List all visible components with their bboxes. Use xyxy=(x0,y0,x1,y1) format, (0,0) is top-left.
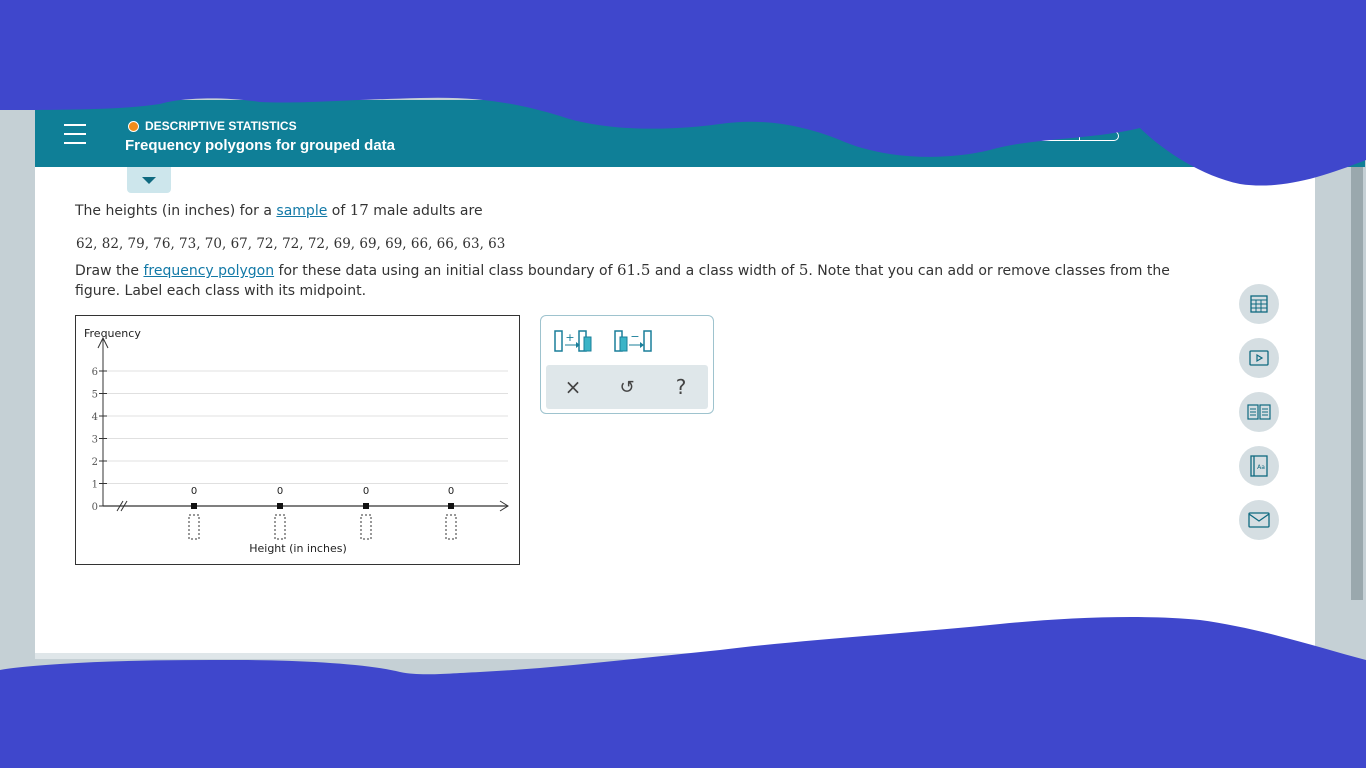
y-tick-label: 4 xyxy=(92,412,98,423)
point-value-label: 0 xyxy=(363,486,369,497)
instr-text-4: . Note that you can add or remove classe… xyxy=(808,263,1170,279)
y-axis-label: Frequency xyxy=(84,327,141,340)
glossary-icon: Aa xyxy=(1250,455,1268,477)
intro-text-2: of xyxy=(327,203,350,219)
textbook-button[interactable] xyxy=(1239,392,1279,432)
header-bar xyxy=(35,100,1365,167)
action-tools: × ↺ ? xyxy=(546,365,708,409)
data-point xyxy=(191,503,197,509)
page-title: Frequency polygons for grouped data xyxy=(125,137,396,154)
instr-text-3: and a class width of xyxy=(650,263,799,279)
help-button[interactable]: ? xyxy=(666,375,696,399)
calculator-icon xyxy=(1250,295,1268,313)
glossary-button[interactable]: Aa xyxy=(1239,446,1279,486)
midpoint-input-box xyxy=(445,514,457,540)
collapse-toggle[interactable] xyxy=(127,167,171,193)
scrollbar-thumb[interactable] xyxy=(1351,167,1363,600)
frequency-polygon-link[interactable]: frequency polygon xyxy=(143,263,274,279)
y-tick-label: 5 xyxy=(92,390,98,401)
undo-button[interactable]: ↺ xyxy=(612,377,642,398)
class-width: 5 xyxy=(798,261,809,279)
midpoint-input-box xyxy=(274,514,286,540)
data-point xyxy=(277,503,283,509)
progress-segment-1 xyxy=(1036,131,1080,141)
frequency-polygon-graph[interactable]: Frequency 0 1 2 3 4 5 6 0 0 0 0 Height (in inches) xyxy=(75,315,520,565)
status-dot-icon xyxy=(128,120,139,132)
problem-intro: The heights (in inches) for a sample of … xyxy=(75,200,483,221)
sample-link[interactable]: sample xyxy=(276,203,327,219)
svg-text:+: + xyxy=(565,331,574,344)
data-point xyxy=(363,503,369,509)
svg-text:−: − xyxy=(630,330,639,343)
x-axis-label: Height (in inches) xyxy=(249,542,347,555)
clear-button[interactable]: × xyxy=(558,375,588,399)
point-value-label: 0 xyxy=(448,486,454,497)
textbook-icon xyxy=(1247,404,1271,420)
video-button[interactable] xyxy=(1239,338,1279,378)
mail-button[interactable] xyxy=(1239,500,1279,540)
y-tick-label: 1 xyxy=(92,480,98,491)
y-tick-label: 2 xyxy=(92,457,98,468)
caret-down-icon xyxy=(142,177,156,184)
data-point xyxy=(448,503,454,509)
intro-text-1: The heights (in inches) for a xyxy=(75,203,277,219)
progress-segment-2 xyxy=(1079,131,1119,141)
y-tick-label: 6 xyxy=(92,367,98,378)
graph-tool-panel: + − × ↺ ? xyxy=(540,315,714,414)
chart-svg[interactable]: Frequency 0 1 2 3 4 5 6 0 0 0 0 Height (in inches) xyxy=(76,316,521,566)
menu-icon[interactable] xyxy=(64,124,86,144)
mail-icon xyxy=(1248,512,1270,528)
remove-class-icon[interactable]: − xyxy=(613,328,653,354)
problem-instructions: Draw the frequency polygon for these dat… xyxy=(75,260,1195,301)
class-tools: + − xyxy=(553,328,653,354)
point-value-label: 0 xyxy=(277,486,283,497)
topic-text: DESCRIPTIVE STATISTICS xyxy=(145,119,297,133)
midpoint-input-box xyxy=(188,514,200,540)
calculator-button[interactable] xyxy=(1239,284,1279,324)
sample-count: 17 xyxy=(349,201,369,219)
class-boundary: 61.5 xyxy=(616,261,651,279)
footer-divider xyxy=(35,653,1315,659)
instr-text-5: figure. Label each class with its midpoi… xyxy=(75,283,367,299)
topic-label: DESCRIPTIVE STATISTICS xyxy=(128,119,297,133)
data-values: 62, 82, 79, 76, 73, 70, 67, 72, 72, 72, … xyxy=(76,236,506,252)
instr-text-1: Draw the xyxy=(75,263,144,279)
point-value-label: 0 xyxy=(191,486,197,497)
add-class-icon[interactable]: + xyxy=(553,328,593,354)
instr-text-2: for these data using an initial class bo… xyxy=(274,263,617,279)
y-tick-label: 3 xyxy=(92,435,98,446)
midpoint-input-box xyxy=(360,514,372,540)
y-tick-label: 0 xyxy=(92,502,98,513)
video-icon xyxy=(1249,350,1269,366)
intro-text-3: male adults are xyxy=(368,203,483,219)
svg-text:Aa: Aa xyxy=(1257,464,1265,471)
